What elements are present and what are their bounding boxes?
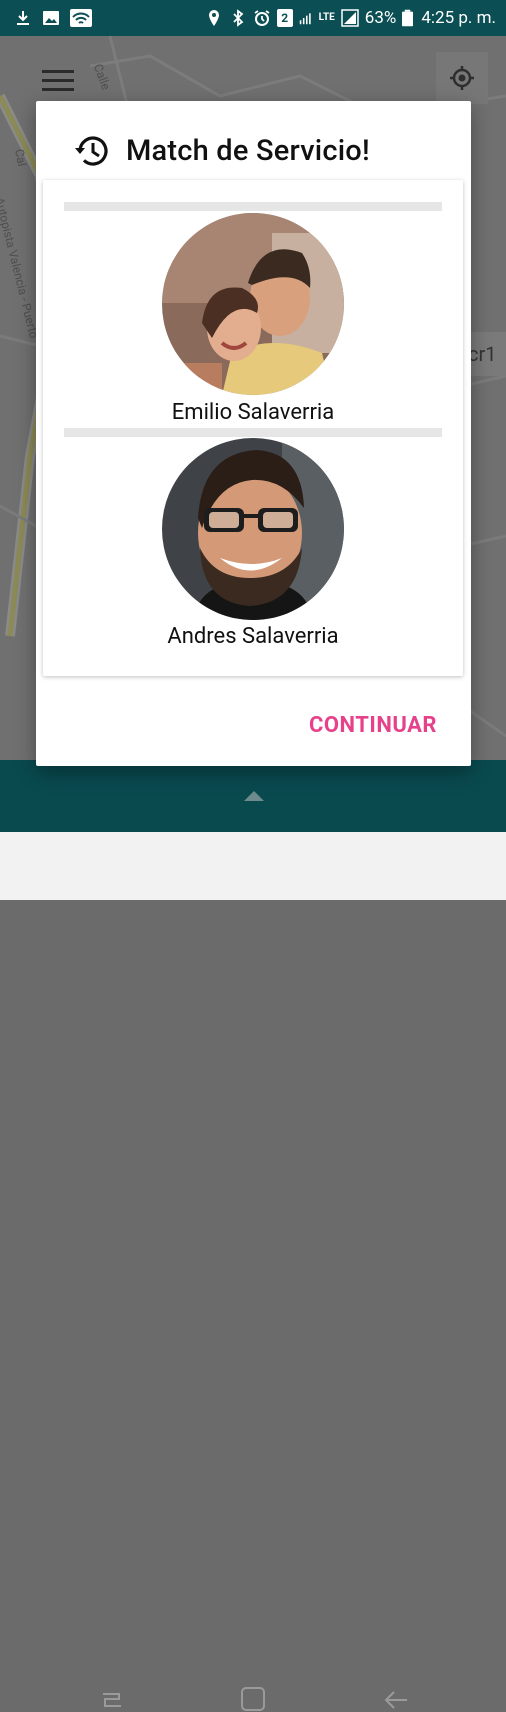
notification-badge: 2 <box>276 9 293 27</box>
map-search-chip-text: cr1 <box>468 342 497 366</box>
map-street-label: Cal <box>12 148 29 168</box>
crosshair-icon <box>450 66 474 90</box>
divider <box>64 202 442 211</box>
continue-button[interactable]: CONTINUAR <box>309 713 437 738</box>
avatar-photo <box>162 438 344 620</box>
match-dialog: Match de Servicio! Emilio Salaverria And… <box>36 101 471 766</box>
signal-icon <box>299 13 311 25</box>
match-name: Andres Salaverria <box>167 624 339 649</box>
menu-icon[interactable] <box>42 70 76 96</box>
download-icon <box>17 11 29 25</box>
image-icon <box>43 11 59 25</box>
status-bar: 2 LTE 63% 4:25 p. m. <box>0 0 506 36</box>
recents-icon[interactable] <box>99 1690 125 1710</box>
status-time: 4:25 p. m. <box>421 8 496 28</box>
avatar[interactable] <box>162 438 344 620</box>
my-location-button[interactable] <box>436 52 488 104</box>
location-icon <box>208 10 219 26</box>
battery-icon <box>402 9 414 27</box>
dialog-header: Match de Servicio! <box>72 131 370 171</box>
wifi-icon <box>70 9 92 27</box>
avatar-photo <box>162 213 344 395</box>
back-icon[interactable] <box>383 1689 409 1711</box>
match-card: Emilio Salaverria Andres Salaverria <box>43 180 463 676</box>
history-icon <box>75 136 108 166</box>
avatar[interactable] <box>162 213 344 395</box>
system-nav-bar <box>0 832 506 1711</box>
battery-percent: 63% <box>364 8 397 28</box>
lte-icon: LTE <box>318 12 335 23</box>
bluetooth-icon <box>233 9 244 27</box>
divider <box>64 428 442 437</box>
match-name: Emilio Salaverria <box>171 400 335 425</box>
bottom-sheet-handle[interactable] <box>0 760 506 832</box>
home-icon[interactable] <box>240 1686 266 1712</box>
alarm-icon <box>254 10 270 26</box>
dialog-title: Match de Servicio! <box>126 134 370 168</box>
signal-strength-icon <box>341 9 359 27</box>
chevron-up-icon[interactable] <box>244 791 264 801</box>
